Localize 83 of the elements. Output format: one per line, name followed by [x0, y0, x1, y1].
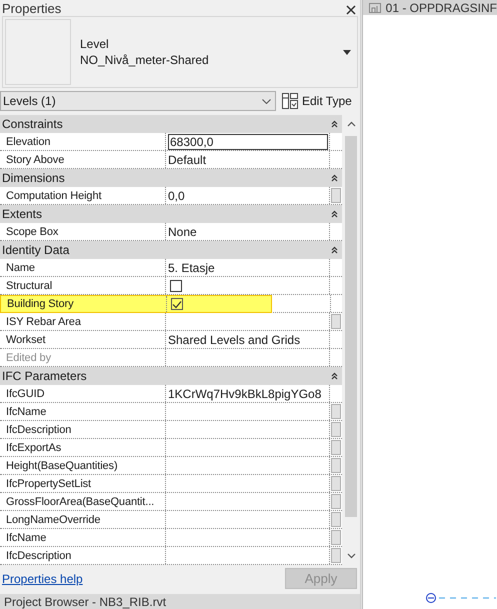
collapse-icon[interactable]: [331, 120, 338, 128]
property-value: 1KCrWq7Hv9kBkL8pigYGo8: [168, 386, 322, 400]
collapse-icon[interactable]: [331, 210, 338, 218]
property-value: None: [168, 224, 197, 238]
property-row[interactable]: Name 5. Etasje: [0, 259, 342, 277]
parameter-button[interactable]: [331, 404, 341, 419]
property-row[interactable]: Elevation 68300,0: [0, 133, 342, 151]
type-preview: [5, 19, 71, 85]
property-label: Computation Height: [0, 187, 166, 204]
property-value: Shared Levels and Grids: [168, 332, 300, 346]
property-value: 0,0: [168, 188, 185, 202]
property-row[interactable]: IfcDescription: [0, 421, 342, 439]
property-row[interactable]: Height(BaseQuantities): [0, 457, 342, 475]
property-label: Height(BaseQuantities): [0, 457, 166, 474]
filter-dropdown[interactable]: Levels (1): [0, 91, 276, 111]
property-row[interactable]: IfcName: [0, 403, 342, 421]
property-row[interactable]: IfcDescription: [0, 547, 342, 565]
property-label: LongNameOverride: [0, 511, 166, 528]
property-label: IfcName: [0, 529, 166, 546]
property-row[interactable]: IfcName: [0, 529, 342, 547]
type-name: NO_Nivå_meter-Shared: [80, 53, 210, 67]
parameter-button[interactable]: [331, 494, 341, 509]
property-row[interactable]: IfcGUID 1KCrWq7Hv9kBkL8pigYGo8: [0, 385, 342, 403]
section-header[interactable]: IFC Parameters: [0, 367, 342, 385]
property-label: IfcGUID: [0, 385, 166, 402]
level-line-drawing: [426, 593, 496, 603]
property-row[interactable]: GrossFloorArea(BaseQuantit...: [0, 493, 342, 511]
property-value: Default: [168, 152, 206, 166]
edit-type-button[interactable]: Edit Type: [280, 93, 354, 109]
property-row[interactable]: LongNameOverride: [0, 511, 342, 529]
collapse-icon[interactable]: [331, 246, 338, 254]
property-label: Name: [0, 259, 166, 276]
edit-type-icon: [282, 93, 298, 109]
parameter-button[interactable]: [331, 440, 341, 455]
property-label: IfcDescription: [0, 421, 166, 438]
scroll-up-icon[interactable]: [346, 121, 356, 127]
property-label: Structural: [0, 277, 166, 294]
parameter-button[interactable]: [331, 548, 341, 563]
close-icon[interactable]: [346, 5, 356, 15]
section-header[interactable]: Identity Data: [0, 241, 342, 259]
property-row[interactable]: Building Story: [0, 295, 342, 313]
property-label: ISY Rebar Area: [0, 313, 166, 330]
parameter-button[interactable]: [331, 512, 341, 527]
type-selector[interactable]: Level NO_Nivå_meter-Shared: [2, 16, 358, 88]
panel-title: Properties: [2, 2, 62, 15]
type-category: Level: [80, 37, 110, 51]
view-tab[interactable]: 01 - OPPDRAGSINF: [362, 0, 497, 15]
section-header[interactable]: Dimensions: [0, 169, 342, 187]
parameter-button[interactable]: [331, 314, 341, 329]
property-row[interactable]: IfcExportAs: [0, 439, 342, 457]
property-label: Workset: [0, 331, 166, 348]
property-row[interactable]: Workset Shared Levels and Grids: [0, 331, 342, 349]
property-label: Building Story: [1, 296, 167, 312]
property-label: GrossFloorArea(BaseQuantit...: [0, 493, 166, 510]
parameter-button[interactable]: [331, 188, 341, 203]
section-header[interactable]: Constraints: [0, 115, 342, 133]
property-label: IfcDescription: [0, 547, 166, 564]
property-label: IfcName: [0, 403, 166, 420]
parameter-button[interactable]: [331, 476, 341, 491]
dropdown-caret-icon: [343, 50, 351, 54]
properties-help-link[interactable]: Properties help: [2, 572, 83, 586]
section-header[interactable]: Extents: [0, 205, 342, 223]
checkbox[interactable]: [171, 298, 183, 310]
property-row[interactable]: ISY Rebar Area: [0, 313, 342, 331]
property-row[interactable]: IfcPropertySetList: [0, 475, 342, 493]
collapse-icon[interactable]: [331, 174, 338, 182]
parameter-button[interactable]: [331, 458, 341, 473]
property-label: IfcPropertySetList: [0, 475, 166, 492]
scroll-down-icon[interactable]: [346, 553, 356, 559]
property-label: IfcExportAs: [0, 439, 166, 456]
parameter-button[interactable]: [331, 422, 341, 437]
property-label: Scope Box: [0, 223, 166, 240]
view-icon: [368, 2, 381, 12]
collapse-icon[interactable]: [331, 372, 338, 380]
project-browser-title: Project Browser - NB3_RIB.rvt: [4, 594, 166, 608]
property-label: Story Above: [0, 151, 166, 168]
property-value: 5. Etasje: [168, 260, 215, 274]
chevron-down-icon: [262, 98, 271, 104]
parameter-button[interactable]: [331, 530, 341, 545]
checkbox[interactable]: [170, 280, 182, 292]
property-label: Elevation: [0, 133, 166, 150]
value-input-field[interactable]: 68300,0: [168, 134, 328, 150]
property-label: Edited by: [0, 349, 166, 366]
